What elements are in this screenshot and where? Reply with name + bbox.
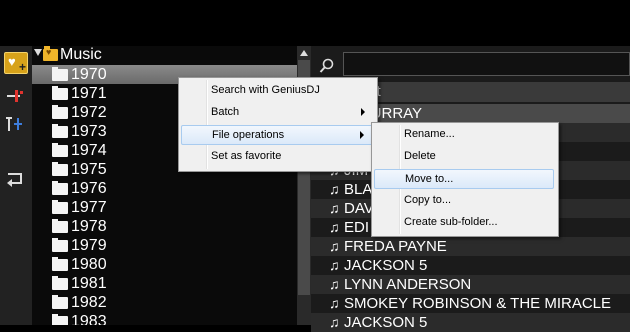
folder-icon: [52, 238, 68, 252]
tree-folder-label: 1980: [71, 256, 107, 273]
track-artist: JACKSON 5: [344, 314, 428, 331]
tree-folder-label: 1973: [71, 123, 107, 140]
submenu-arrow-icon: [361, 108, 365, 116]
tree-folder-label: 1976: [71, 180, 107, 197]
tree-folder-item[interactable]: 1980: [32, 255, 297, 274]
folder-icon: [52, 162, 68, 176]
favorite-folder-icon: [43, 46, 58, 61]
submenu-item-move-to[interactable]: Move to...: [374, 169, 554, 189]
sort-button[interactable]: [4, 114, 26, 134]
menu-item-batch[interactable]: Batch: [181, 103, 373, 123]
track-row[interactable]: ♫ JACKSON 5: [311, 313, 630, 332]
track-row[interactable]: ♫ SMOKEY ROBINSON & THE MIRACLE: [311, 294, 630, 313]
add-favorite-folder-button[interactable]: ♥ +: [4, 52, 28, 74]
left-toolbar: ♥ +: [0, 46, 32, 325]
submenu-item-label: Copy to...: [404, 194, 452, 206]
folder-icon: [52, 200, 68, 214]
submenu-arrow-icon: [360, 131, 364, 139]
menu-item-label: Set as favorite: [211, 150, 282, 162]
back-button[interactable]: [4, 170, 26, 190]
submenu-item-label: Move to...: [405, 173, 454, 185]
submenu-item-label: Delete: [404, 150, 436, 162]
tree-folder-item[interactable]: 1981: [32, 274, 297, 293]
submenu-item-copy-to[interactable]: Copy to...: [374, 191, 554, 211]
folder-icon: [52, 67, 68, 81]
folder-icon: [52, 105, 68, 119]
submenu-item-rename[interactable]: Rename...: [374, 125, 554, 145]
tree-folder-item[interactable]: 1982: [32, 293, 297, 312]
track-artist: BLA: [344, 181, 373, 198]
track-row[interactable]: ♫ JACKSON 5: [311, 256, 630, 275]
tree-folder-label: 1972: [71, 104, 107, 121]
menu-item-set-favorite[interactable]: Set as favorite: [181, 147, 373, 167]
music-note-icon: ♫: [329, 200, 340, 216]
track-artist: FREDA PAYNE: [344, 238, 447, 255]
music-note-icon: ♫: [329, 314, 340, 330]
tree-root-label: Music: [60, 46, 102, 63]
tree-folder-label: 1978: [71, 218, 107, 235]
tree-root-music[interactable]: Music: [32, 46, 297, 64]
music-note-icon: ♫: [329, 219, 340, 235]
track-artist: JACKSON 5: [344, 257, 428, 274]
return-icon: [7, 173, 22, 187]
submenu-item-label: Create sub-folder...: [404, 216, 498, 228]
tree-folder-label: 1979: [71, 237, 107, 254]
menu-item-label: Batch: [211, 106, 240, 118]
tree-folder-label: 1981: [71, 275, 107, 292]
tree-folder-label: 1977: [71, 199, 107, 216]
submenu-item-label: Rename...: [404, 128, 455, 140]
folder-icon: [52, 219, 68, 233]
scroll-up-icon[interactable]: [300, 50, 308, 56]
music-note-icon: ♫: [329, 181, 340, 197]
folder-icon: [52, 276, 68, 290]
track-artist: EDI: [344, 219, 370, 236]
menu-item-label: Search with GeniusDJ: [211, 84, 320, 96]
folder-icon: [52, 257, 68, 271]
search-input[interactable]: [343, 52, 630, 76]
search-icon[interactable]: [319, 58, 335, 74]
track-artist: DAV: [344, 200, 374, 217]
music-note-icon: ♫: [329, 295, 340, 311]
folder-icon: [52, 143, 68, 157]
track-row[interactable]: ♫ FREDA PAYNE: [311, 237, 630, 256]
track-row[interactable]: ♫ LYNN ANDERSON: [311, 275, 630, 294]
tree-folder-item[interactable]: 1983: [32, 312, 297, 325]
track-artist: LYNN ANDERSON: [344, 276, 472, 293]
tree-folder-item[interactable]: 1976: [32, 179, 297, 198]
tree-folder-item[interactable]: 1977: [32, 198, 297, 217]
tree-folder-item[interactable]: 1978: [32, 217, 297, 236]
tree-folder-label: 1971: [71, 85, 107, 102]
music-note-icon: ♫: [329, 257, 340, 273]
menu-item-file-operations[interactable]: File operations: [181, 125, 373, 145]
heart-icon: ♥: [8, 54, 16, 69]
plus-icon: +: [18, 60, 26, 74]
context-menu: Search with GeniusDJ Batch File operations…: [178, 77, 378, 172]
file-operations-submenu: Rename... Delete Move to... Copy to... Creat…: [371, 122, 559, 237]
music-note-icon: ♫: [329, 276, 340, 292]
tree-folder-label: 1974: [71, 142, 107, 159]
folder-icon: [52, 295, 68, 309]
split-icon: [7, 90, 23, 102]
menu-item-label: File operations: [212, 129, 285, 141]
menu-item-search-geniusdj[interactable]: Search with GeniusDJ: [181, 81, 373, 101]
folder-icon: [52, 314, 68, 325]
tree-folder-item[interactable]: 1979: [32, 236, 297, 255]
folder-icon: [52, 124, 68, 138]
folder-icon: [52, 181, 68, 195]
expand-arrow-icon[interactable]: [34, 49, 42, 56]
track-artist: SMOKEY ROBINSON & THE MIRACLE: [344, 295, 612, 312]
top-bar: [0, 0, 630, 46]
tree-folder-label: 1983: [71, 313, 107, 325]
submenu-item-create-subfolder[interactable]: Create sub-folder...: [374, 213, 554, 233]
split-folder-button[interactable]: [4, 86, 26, 106]
tree-folder-label: 1975: [71, 161, 107, 178]
folder-icon: [52, 86, 68, 100]
tree-folder-label: 1982: [71, 294, 107, 311]
tree-folder-label: 1970: [71, 66, 107, 83]
submenu-item-delete[interactable]: Delete: [374, 147, 554, 167]
music-note-icon: ♫: [329, 238, 340, 254]
sort-icon: [6, 117, 22, 131]
